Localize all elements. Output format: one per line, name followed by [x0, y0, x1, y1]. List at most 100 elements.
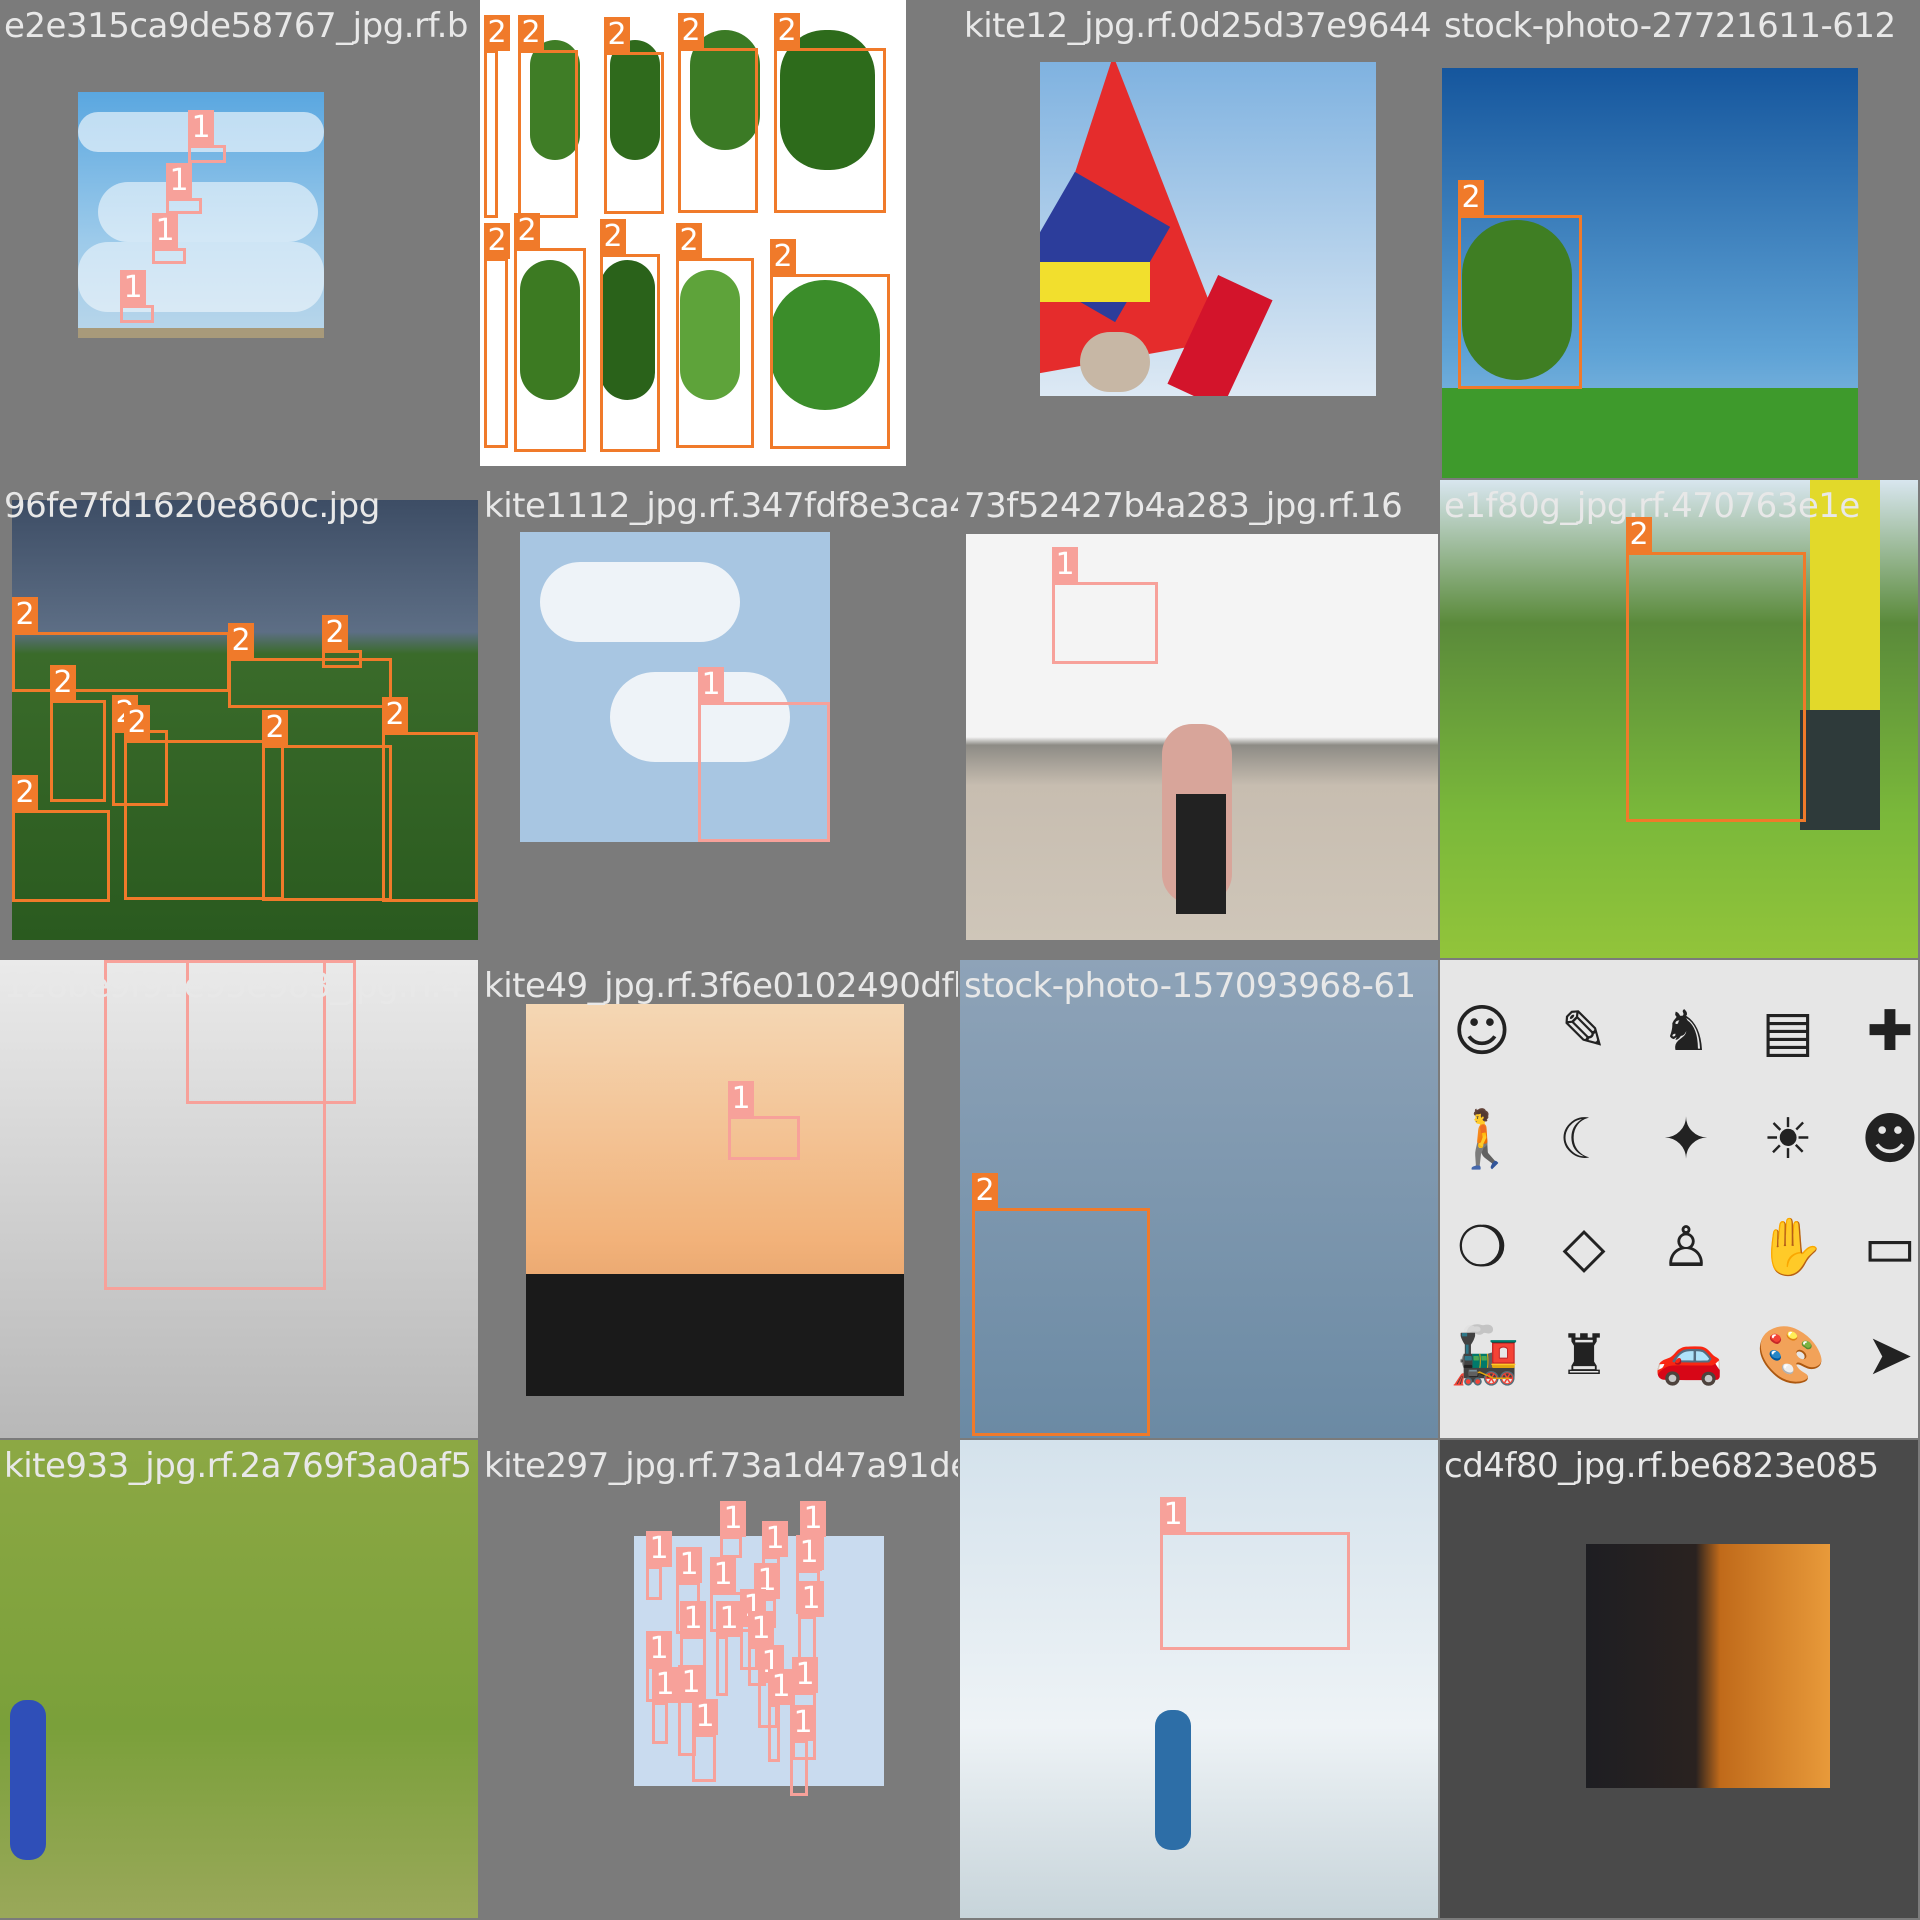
kite-label: 1	[710, 1557, 736, 1593]
tree-box: 2	[12, 597, 230, 692]
tile-filename: e2e315ca9de58767_jpg.rf.b	[4, 6, 468, 46]
mosaic-tile: ☺ ✎ ♞ ▤ ✚ 🚶 ☾ ✦ ☀ ☻ ❍ ◇ ♙ ✋ ▭ 🚂 ♜ 🚗 🎨 ➤	[1440, 960, 1918, 1438]
mosaic-tile: stock-photo-27721611-612 2	[1440, 0, 1918, 478]
paper-plane-icon: ➤	[1866, 1323, 1914, 1388]
kite-label: 1	[768, 1669, 794, 1705]
sun-face-icon: ☀	[1762, 1107, 1814, 1172]
tile-filename: 128be9f91e95e983_jpg.rf.4	[4, 966, 463, 1006]
mosaic-tile: e1f80g_jpg.rf.470763e1e 2	[1440, 480, 1918, 958]
mosaic-tile: 2 2 2 2 2 2 2 2 2 2	[480, 0, 958, 478]
kite-box: 1	[720, 1501, 746, 1558]
moon-star-icon: ☾	[1558, 1107, 1610, 1172]
mosaic-tile: e2e315ca9de58767_jpg.rf.b 1 1 1 1	[0, 0, 478, 478]
kite-label: 1	[678, 1665, 704, 1701]
kite-box: 1	[698, 667, 830, 842]
tree-box: 2	[676, 223, 754, 448]
kite-label: 1	[798, 1581, 824, 1617]
rocking-horse-icon: ♞	[1660, 999, 1712, 1064]
tree-box: 2	[484, 15, 510, 218]
tree-box: 2	[972, 1173, 1150, 1436]
walking-child-icon: 🚶	[1450, 1107, 1520, 1172]
tree-box: 2	[50, 665, 106, 802]
tree-box: 2	[382, 697, 478, 902]
kite-label: 1	[790, 1705, 816, 1741]
kite-label: 1	[716, 1601, 742, 1637]
kite-box: 1	[652, 1667, 678, 1744]
kite-box: 1	[120, 270, 154, 323]
kite-label: 1	[748, 1611, 774, 1647]
kite-label: 1	[676, 1547, 702, 1583]
tree-box: 2	[1626, 517, 1806, 822]
kite-label: 1	[652, 1667, 678, 1703]
lantern-icon: ▤	[1761, 999, 1815, 1064]
kite-box: 1	[1052, 547, 1158, 664]
boy-face-icon: ☻	[1860, 1107, 1918, 1172]
mosaic-tile: 128be9f91e95e983_jpg.rf.4 1 1	[0, 960, 478, 1438]
kite-label: 1	[796, 1535, 822, 1571]
tree-box: 2	[774, 13, 886, 213]
kite-box: 1	[728, 1081, 800, 1160]
kite-box: 1	[1160, 1497, 1350, 1650]
tree-box: 2	[1458, 180, 1582, 389]
kite-label: 1	[800, 1501, 826, 1537]
mosaic-tile: 1	[960, 1440, 1438, 1918]
mosaic-tile: kite1112_jpg.rf.347fdf8e3ca4 1	[480, 480, 958, 958]
kite-label: 1	[762, 1521, 788, 1557]
sign-icon: ▭	[1863, 1215, 1917, 1280]
kite-box: 1	[646, 1531, 672, 1600]
kite-box: 1	[790, 1705, 816, 1796]
tile-filename: kite49_jpg.rf.3f6e0102490dfb	[484, 966, 958, 1006]
mosaic-tile: kite933_jpg.rf.2a769f3a0af5	[0, 1440, 478, 1918]
mosaic-tile: 96fe7fd1620e860c.jpg 2 2 2 2 2 2 2 2 2	[0, 480, 478, 958]
girl-face-icon: ☺	[1452, 999, 1512, 1064]
tree-box: 2	[600, 219, 660, 452]
magic-wand-icon: ✦	[1662, 1107, 1710, 1172]
beach-kite-image	[960, 1440, 1438, 1918]
beach-image	[966, 534, 1438, 940]
kite-closeup-image	[1040, 62, 1376, 396]
tile-filename: cd4f80_jpg.rf.be6823e085	[1444, 1446, 1879, 1486]
kite-label: 1	[646, 1531, 672, 1567]
pencil-icon: ✎	[1560, 999, 1608, 1064]
kite-label: 1	[792, 1657, 818, 1693]
tile-filename: stock-photo-157093968-61	[964, 966, 1416, 1006]
mosaic-tile: kite297_jpg.rf.73a1d47a91de 111111111111…	[480, 1440, 958, 1918]
kite-label: 1	[680, 1601, 706, 1637]
tree-box: 2	[514, 213, 586, 452]
puzzle-icon: ✚	[1866, 999, 1914, 1064]
kite-icon: ◇	[1562, 1215, 1606, 1280]
kite-label: 1	[692, 1699, 718, 1735]
tile-filename: kite12_jpg.rf.0d25d37e9644	[964, 6, 1432, 46]
tree-box: 2	[228, 623, 392, 708]
jump-rope-icon: ♙	[1660, 1215, 1712, 1280]
mosaic-tile: 73f52427b4a283_jpg.rf.16 1	[960, 480, 1438, 958]
tree-box: 2	[604, 17, 664, 214]
tree-box: 2	[484, 223, 510, 448]
tile-filename: 73f52427b4a283_jpg.rf.16	[964, 486, 1403, 526]
tree-box: 2	[770, 239, 890, 449]
kite-label: 1	[720, 1501, 746, 1537]
mosaic-grid: e2e315ca9de58767_jpg.rf.b 1 1 1 1 2 2 2 …	[0, 0, 1920, 1920]
tile-filename: e1f80g_jpg.rf.470763e1e	[1444, 486, 1860, 526]
kite-box: 1	[152, 213, 186, 264]
tile-filename: 96fe7fd1620e860c.jpg	[4, 486, 380, 526]
palette-icon: 🎨	[1756, 1323, 1826, 1388]
balloon-icon: ❍	[1456, 1215, 1508, 1280]
tile-filename: kite297_jpg.rf.73a1d47a91de	[484, 1446, 958, 1486]
tree-box: 2	[518, 15, 578, 218]
tile-filename: kite1112_jpg.rf.347fdf8e3ca4	[484, 486, 958, 526]
tree-box: 2	[124, 705, 284, 900]
train-icon: 🚂	[1450, 1323, 1520, 1388]
fabric-image	[1586, 1544, 1830, 1788]
sunset-image	[526, 1004, 904, 1396]
kite-box: 1	[166, 163, 202, 214]
mosaic-tile: kite49_jpg.rf.3f6e0102490dfb 1	[480, 960, 958, 1438]
tree-box: 2	[12, 775, 110, 902]
kite-box: 1	[188, 110, 226, 163]
tree-box: 2	[262, 710, 392, 901]
field-image	[0, 1440, 478, 1918]
tree-box: 2	[678, 13, 758, 213]
kite-label: 1	[646, 1631, 672, 1667]
kite-box: 1	[768, 1669, 794, 1762]
tree-box: 2	[322, 615, 362, 668]
